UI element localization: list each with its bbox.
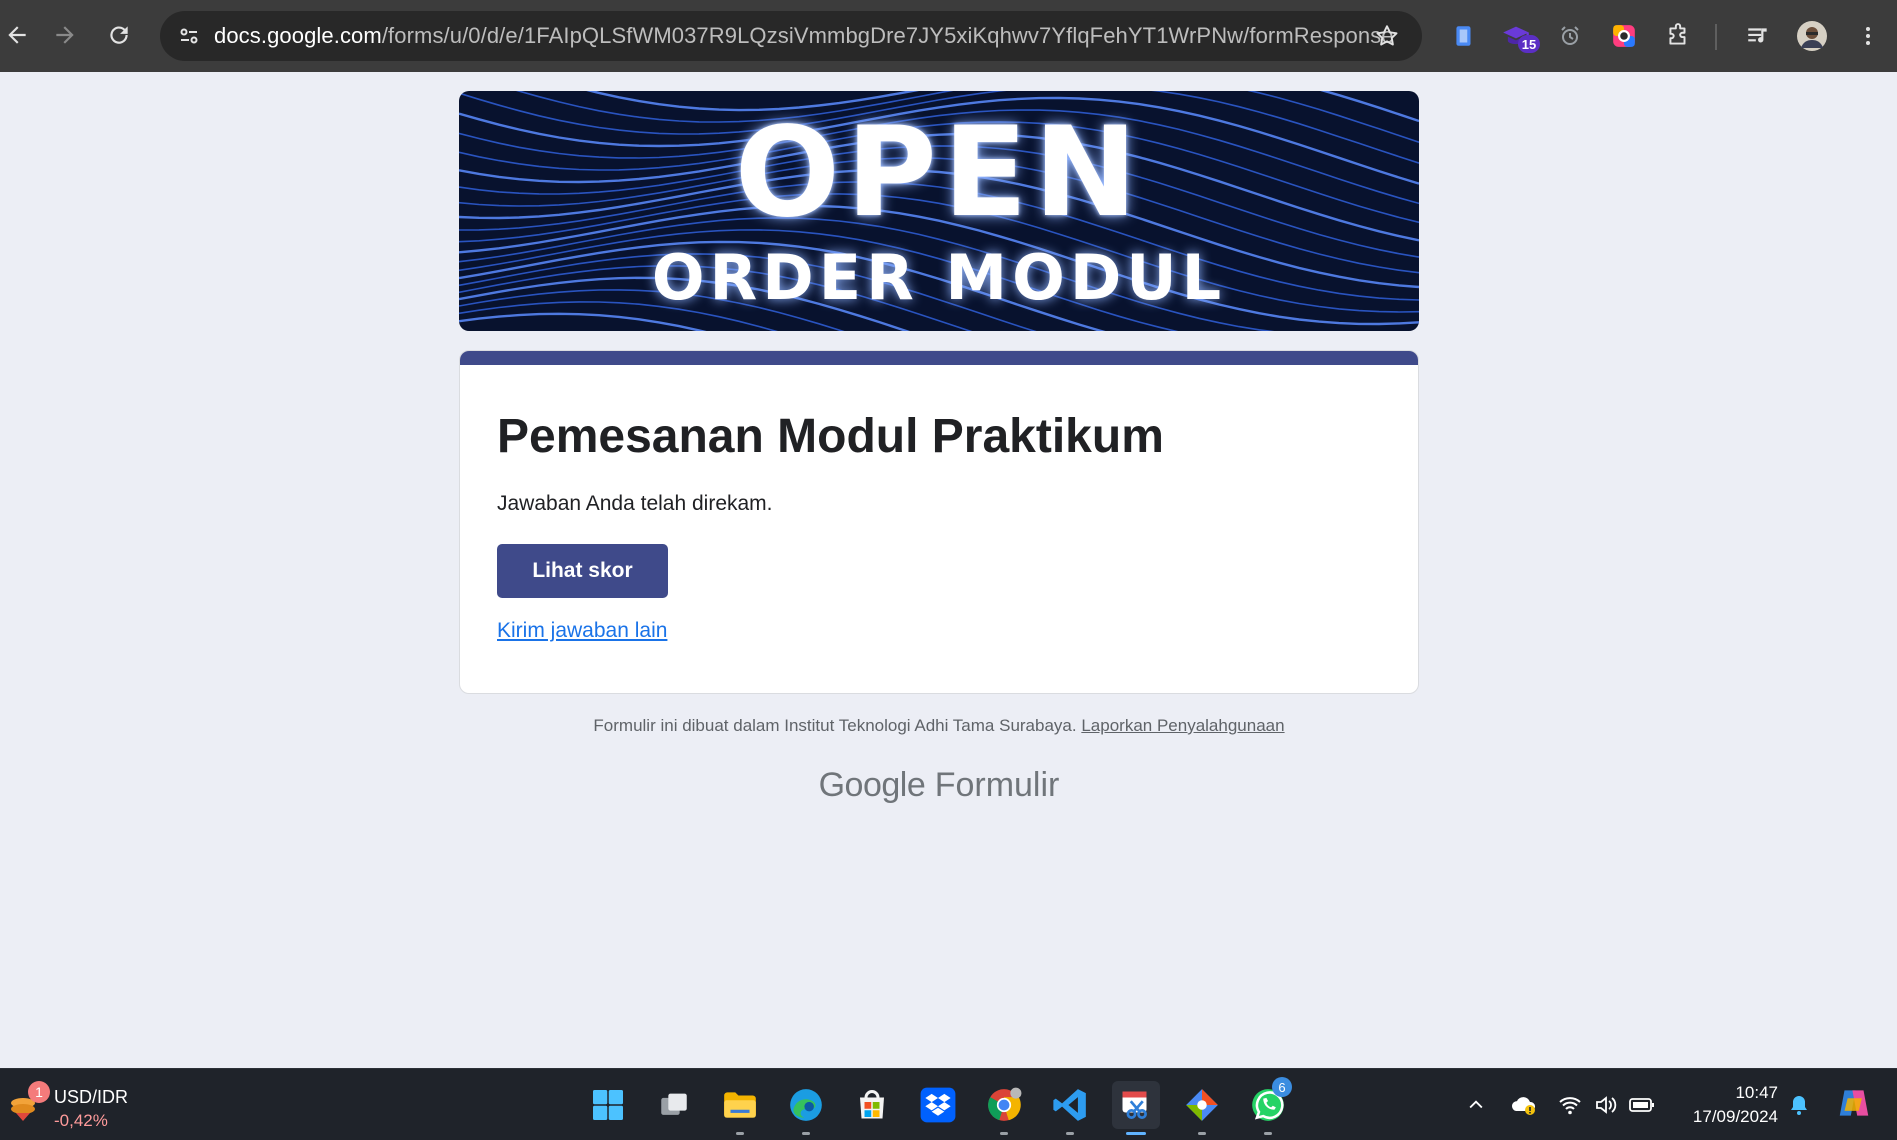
forward-arrow-icon[interactable] bbox=[48, 18, 82, 52]
currency-change: -0,42% bbox=[54, 1111, 108, 1130]
windows-logo-icon bbox=[593, 1090, 623, 1120]
forms-wordmark: Formulir bbox=[934, 766, 1060, 804]
running-indicator bbox=[1264, 1132, 1272, 1135]
media-control-icon[interactable] bbox=[1742, 20, 1774, 52]
task-view-icon[interactable] bbox=[650, 1081, 698, 1129]
system-clock[interactable]: 10:47 17/09/2024 bbox=[1672, 1081, 1778, 1129]
banner-subtitle: ORDER MODUL bbox=[651, 241, 1227, 314]
start-button[interactable] bbox=[584, 1081, 632, 1129]
address-bar[interactable]: docs.google.com/forms/u/0/d/e/1FAIpQLSfW… bbox=[160, 11, 1422, 61]
extension-alarm-icon[interactable] bbox=[1554, 20, 1586, 52]
edge-browser-icon[interactable] bbox=[782, 1081, 830, 1135]
confirmation-message: Jawaban Anda telah direkam. bbox=[497, 492, 773, 515]
dropbox-icon[interactable] bbox=[914, 1081, 962, 1129]
battery-icon[interactable] bbox=[1628, 1091, 1656, 1119]
card-accent-bar bbox=[460, 351, 1418, 365]
chevron-up-icon[interactable] bbox=[1462, 1091, 1490, 1119]
currency-widget[interactable]: 1 USD/IDR -0,42% bbox=[8, 1081, 148, 1131]
more-menu-icon[interactable] bbox=[1852, 20, 1884, 52]
url-host: docs.google.com bbox=[214, 23, 382, 48]
widget-badge: 1 bbox=[28, 1081, 50, 1103]
extension-badge: 15 bbox=[1518, 35, 1540, 53]
file-explorer-icon[interactable] bbox=[716, 1081, 764, 1135]
chrome-browser-icon[interactable] bbox=[980, 1081, 1028, 1135]
notification-bell-icon[interactable] bbox=[1785, 1091, 1813, 1119]
running-indicator bbox=[1198, 1132, 1206, 1135]
toolbar-divider bbox=[1715, 24, 1717, 50]
onedrive-warning-icon[interactable] bbox=[1510, 1091, 1538, 1119]
volume-icon[interactable] bbox=[1592, 1091, 1620, 1119]
bookmark-star-icon[interactable] bbox=[1372, 22, 1402, 50]
clock-time: 10:47 bbox=[1735, 1083, 1778, 1102]
url-text[interactable]: docs.google.com/forms/u/0/d/e/1FAIpQLSfW… bbox=[214, 23, 1394, 49]
extension-docs-icon[interactable] bbox=[1448, 20, 1480, 52]
active-indicator bbox=[1126, 1132, 1146, 1135]
site-settings-icon[interactable] bbox=[174, 22, 204, 50]
extensions-puzzle-icon[interactable] bbox=[1662, 20, 1694, 52]
vscode-icon[interactable] bbox=[1046, 1081, 1094, 1135]
form-title: Pemesanan Modul Praktikum bbox=[497, 410, 1164, 463]
git-tool-icon[interactable] bbox=[1178, 1081, 1226, 1135]
report-abuse-link[interactable]: Laporkan Penyalahgunaan bbox=[1081, 716, 1284, 735]
extension-color-picker-icon[interactable] bbox=[1608, 20, 1640, 52]
currency-pair: USD/IDR bbox=[54, 1087, 129, 1107]
google-wordmark: Google bbox=[818, 766, 926, 804]
windows-taskbar: 1 USD/IDR -0,42% 6 10:47 17/09/2024 bbox=[0, 1068, 1897, 1140]
profile-avatar[interactable] bbox=[1796, 20, 1828, 52]
notification-badge: 6 bbox=[1272, 1077, 1292, 1097]
view-score-button[interactable]: Lihat skor bbox=[497, 544, 668, 598]
browser-toolbar: docs.google.com/forms/u/0/d/e/1FAIpQLSfW… bbox=[0, 0, 1897, 72]
header-banner-image: OPEN ORDER MODUL bbox=[459, 91, 1419, 331]
microsoft-store-icon[interactable] bbox=[848, 1081, 896, 1129]
footer-note-text: Formulir ini dibuat dalam Institut Tekno… bbox=[593, 716, 1077, 735]
reload-icon[interactable] bbox=[102, 18, 136, 52]
clock-date: 17/09/2024 bbox=[1692, 1107, 1778, 1126]
running-indicator bbox=[802, 1132, 810, 1135]
banner-title: OPEN bbox=[734, 101, 1144, 245]
submit-another-response-link[interactable]: Kirim jawaban lain bbox=[497, 619, 667, 643]
copilot-icon[interactable] bbox=[1834, 1083, 1874, 1123]
confirmation-card: Pemesanan Modul Praktikum Jawaban Anda t… bbox=[459, 350, 1419, 694]
extension-graduation-icon[interactable]: 15 bbox=[1500, 20, 1540, 53]
back-arrow-icon[interactable] bbox=[0, 18, 34, 52]
whatsapp-icon[interactable]: 6 bbox=[1244, 1077, 1292, 1135]
form-page: OPEN ORDER MODUL Pemesanan Modul Praktik… bbox=[0, 72, 1897, 1068]
wifi-icon[interactable] bbox=[1556, 1091, 1584, 1119]
snipping-tool-icon[interactable] bbox=[1112, 1081, 1160, 1135]
url-path: /forms/u/0/d/e/1FAIpQLSfWM037R9LQzsiVmmb… bbox=[381, 23, 1394, 48]
footer-note: Formulir ini dibuat dalam Institut Tekno… bbox=[459, 716, 1419, 736]
google-forms-logo[interactable]: Google Formulir bbox=[459, 766, 1419, 805]
running-indicator bbox=[1066, 1132, 1074, 1135]
running-indicator bbox=[1000, 1132, 1008, 1135]
running-indicator bbox=[736, 1132, 744, 1135]
